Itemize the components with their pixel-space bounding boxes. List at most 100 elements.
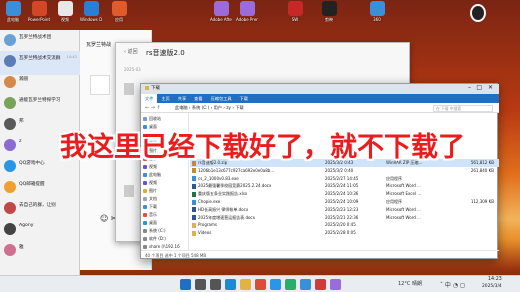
- folder-icon: [143, 213, 147, 217]
- nav-item[interactable]: 回收站: [143, 115, 187, 123]
- avatar: [4, 55, 16, 67]
- minimize-button[interactable]: –: [468, 84, 471, 91]
- qq-icon[interactable]: [270, 279, 281, 290]
- maximize-button[interactable]: □: [476, 84, 482, 91]
- file-date: 2025/2/24 10:36: [325, 191, 359, 197]
- music-icon[interactable]: [315, 279, 326, 290]
- nav-item[interactable]: 此电脑: [143, 171, 187, 179]
- file-date: 2025/2/28 0:05: [325, 230, 356, 236]
- search-icon[interactable]: [195, 279, 206, 290]
- search-input[interactable]: 在 下载 中搜索: [433, 104, 493, 112]
- desktop-icon[interactable]: 应用: [108, 1, 130, 31]
- explorer-icon[interactable]: [240, 279, 251, 290]
- file-name-text: cs_2_1000v0.83.exe: [198, 175, 239, 181]
- desktop-icon-label: PowerPoint: [28, 17, 50, 22]
- chrome-icon[interactable]: [255, 279, 266, 290]
- file-name: Programs: [192, 221, 312, 229]
- nav-item[interactable]: 音乐: [143, 211, 187, 219]
- breadcrumb-item[interactable]: 此电脑: [175, 105, 188, 110]
- file-date: 2025/2/21 22:36: [325, 214, 359, 220]
- nav-item[interactable]: 下载: [143, 203, 187, 211]
- close-button[interactable]: ✕: [488, 84, 493, 91]
- store-icon[interactable]: [300, 279, 311, 290]
- desktop-icon-label: SW: [291, 17, 299, 22]
- nav-item[interactable]: 文档: [143, 195, 187, 203]
- tray-icons[interactable]: ˆ 中 ◔ ◻: [440, 280, 465, 289]
- video-caption: 我这里已经下载好了，就不下载了: [60, 132, 465, 163]
- folder-icon: [143, 229, 147, 233]
- clock-time[interactable]: 14:23: [488, 277, 502, 282]
- app-icon: [287, 1, 303, 16]
- weather[interactable]: 12°C 晴朗: [398, 280, 422, 287]
- file-name: Chopie.exe: [192, 198, 312, 206]
- desktop-icon[interactable]: Adobe Premiere: [236, 1, 258, 31]
- windows-icon[interactable]: [180, 279, 191, 290]
- folder-icon: [143, 189, 147, 193]
- folder-icon: [143, 117, 147, 121]
- file-row[interactable]: 重庆版五条业实践报告.xlsx 2025/2/24 10:36 Microsoft …: [190, 190, 499, 198]
- nav-item[interactable]: 图片: [143, 187, 187, 195]
- file-icon: [192, 191, 196, 197]
- qq-penguin-icon[interactable]: [470, 4, 486, 22]
- file-name-text: 重庆版五条业实践报告.xlsx: [198, 191, 248, 197]
- ribbon-menu: 文件 主页 共享 查看 压缩包工具 下载: [141, 94, 499, 104]
- nav-arrows-icon[interactable]: ← → ↑: [145, 105, 161, 111]
- breadcrumb-item[interactable]: 下载: [235, 105, 243, 110]
- file-size: 112,309 KB: [470, 199, 494, 204]
- file-name: cs_2_1000v0.83.exe: [192, 175, 312, 183]
- file-name-text: 2025最强暑季校园竞赛2025.2.24.docx: [198, 183, 272, 189]
- file-icon: [124, 185, 134, 197]
- desktop-icon[interactable]: Adobe After Effects: [210, 1, 232, 31]
- avatar: [4, 118, 16, 130]
- avatar: [4, 181, 16, 193]
- file-row[interactable]: HD长高振兴 律师帐单.docx 2025/2/23 12:23 Microsoft…: [190, 206, 499, 214]
- app-icon: [5, 1, 21, 16]
- nav-item[interactable]: 桌面: [143, 219, 187, 227]
- contact-name: QQ邮箱提醒: [19, 182, 45, 187]
- desktop-icon[interactable]: Windows Defender: [80, 1, 102, 31]
- file-name-text: Videos: [198, 230, 212, 236]
- desktop-icon-label: Adobe After Effects: [210, 17, 232, 22]
- desktop-icon[interactable]: 视频: [54, 1, 76, 31]
- file-date: 2025/2/27 14:45: [325, 175, 359, 181]
- file-row[interactable]: Programs 2025/2/20 0:45: [190, 221, 499, 229]
- file-name: 2025年度增速营运报告表.docx: [192, 214, 312, 222]
- contact-name: 瓦罗兰特战术交流群: [19, 56, 61, 61]
- nav-item[interactable]: 视频: [143, 179, 187, 187]
- chat-title: 瓦罗兰特战: [86, 42, 112, 48]
- back-button[interactable]: ‹ 返回: [124, 48, 138, 55]
- wechat-icon[interactable]: [285, 279, 296, 290]
- desktop-icon[interactable]: 剪映: [318, 1, 340, 31]
- file-row[interactable]: Chopie.exe 2025/2/24 10:09 应用程序 112,309 KB: [190, 198, 499, 206]
- nav-label: share (\\192.16: [149, 244, 180, 249]
- desktop-icon[interactable]: PowerPoint: [28, 1, 50, 31]
- address-bar[interactable]: ← → ↑ 此电脑 › 系统 (C:) › 用户 › zy › 下载 在 下载 …: [141, 103, 499, 113]
- app-icon: [31, 1, 47, 16]
- folder-icon: [143, 205, 147, 209]
- breadcrumb-item[interactable]: 用户: [214, 105, 222, 110]
- nav-item[interactable]: 系统 (C:): [143, 227, 187, 235]
- file-icon: [192, 222, 196, 228]
- app-icon[interactable]: [330, 279, 341, 290]
- desktop-icon[interactable]: 360: [366, 1, 388, 31]
- file-type: Microsoft Word ...: [386, 206, 421, 212]
- breadcrumb[interactable]: 此电脑 › 系统 (C:) › 用户 › zy › 下载: [175, 105, 244, 111]
- desktop-icon[interactable]: 此电脑: [2, 1, 24, 31]
- qq-contact[interactable]: 雅: [0, 240, 80, 264]
- file-row[interactable]: 2025年度增速营运报告表.docx 2025/2/21 22:36 Microso…: [190, 214, 499, 222]
- breadcrumb-item[interactable]: 系统 (C:): [192, 105, 209, 110]
- task-view-icon[interactable]: [210, 279, 221, 290]
- file-row[interactable]: 2025最强暑季校园竞赛2025.2.24.docx 2025/2/24 11:0…: [190, 182, 499, 190]
- folder-icon: [143, 173, 147, 177]
- edge-icon[interactable]: [225, 279, 236, 290]
- nav-item[interactable]: 软件 (D:): [143, 235, 187, 243]
- status-bar: 40 个项目 选中 1 个项目 548 MB: [141, 250, 499, 260]
- app-icon: [239, 1, 255, 16]
- file-row[interactable]: Videos 2025/2/28 0:05: [190, 229, 499, 237]
- file-type: Microsoft Excel ...: [386, 191, 422, 197]
- clock-date[interactable]: 2025/3/4: [482, 284, 502, 289]
- desktop-icon-label: 应用: [115, 17, 123, 22]
- file-row[interactable]: cs_2_1000v0.83.exe 2025/2/27 14:45 应用程序: [190, 175, 499, 183]
- desktop-icon[interactable]: SW: [284, 1, 306, 31]
- avatar: [4, 97, 16, 109]
